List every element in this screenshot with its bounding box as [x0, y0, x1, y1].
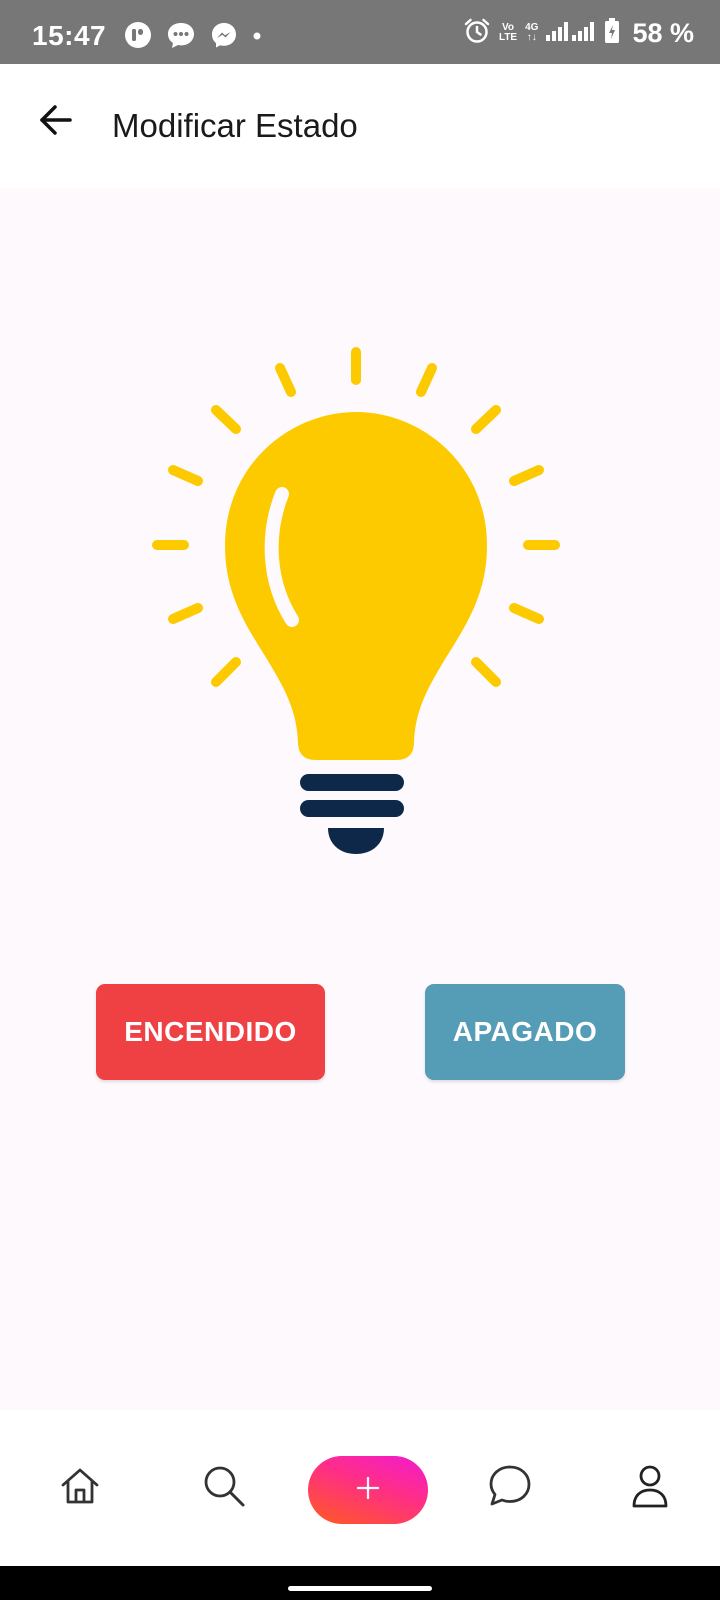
nav-home[interactable] [40, 1410, 120, 1566]
nav-search[interactable] [184, 1410, 264, 1566]
screen: 15:47 Vo LTE 4G ↑↓ 58 % Modificar Estado… [0, 0, 720, 1600]
add-icon [355, 1475, 381, 1506]
battery-level: 58 % [632, 17, 694, 48]
bulb-base-tip [328, 828, 384, 854]
system-navigation-bar [0, 1566, 720, 1600]
status-time: 15:47 [32, 20, 107, 51]
add-button[interactable] [308, 1456, 428, 1524]
main-content: ENCENDIDO APAGADO [0, 188, 720, 1410]
chat-icon [486, 1463, 534, 1514]
notification-dot-icon [252, 28, 262, 46]
page-title: Modificar Estado [112, 107, 358, 144]
home-indicator[interactable] [288, 1586, 432, 1591]
bulb-base-ring-bottom [300, 800, 404, 817]
turn-off-button[interactable]: APAGADO [425, 984, 625, 1080]
bulb-base-ring-top [300, 774, 404, 791]
data-label: 4G ↑↓ [525, 22, 539, 43]
nav-profile[interactable] [610, 1410, 690, 1566]
turn-on-button[interactable]: ENCENDIDO [96, 984, 325, 1080]
battery-icon [604, 17, 620, 49]
arrow-left-icon [36, 100, 76, 145]
back-button[interactable] [30, 96, 82, 148]
home-icon [58, 1464, 102, 1513]
bulb-glass [225, 412, 487, 760]
status-notification-icons [124, 21, 262, 54]
messenger-icon [210, 21, 238, 54]
bottom-navigation [0, 1410, 720, 1566]
status-bar: 15:47 Vo LTE 4G ↑↓ 58 % [0, 0, 720, 64]
messages-icon [166, 21, 196, 54]
profile-icon [630, 1463, 670, 1514]
app-bar: Modificar Estado [0, 64, 720, 188]
search-icon [201, 1463, 247, 1514]
r-app-icon [124, 21, 152, 54]
volte-label: Vo LTE [498, 22, 518, 43]
nav-chat[interactable] [470, 1410, 550, 1566]
status-system-icons: Vo LTE 4G ↑↓ 58 % [463, 17, 694, 50]
lightbulb-icon [148, 344, 564, 864]
signal-icon [546, 19, 596, 48]
alarm-icon [463, 17, 491, 50]
